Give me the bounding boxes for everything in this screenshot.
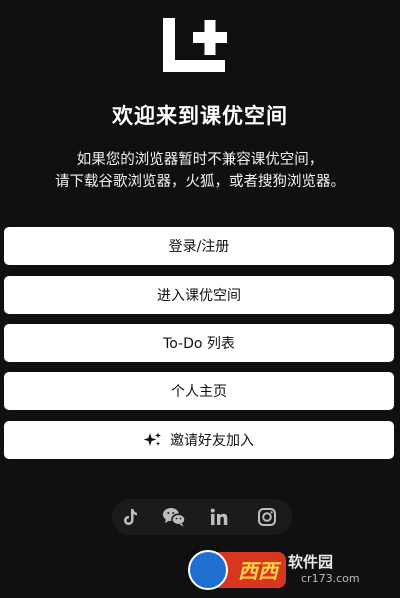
invite-friends-button[interactable]: 邀请好友加入 bbox=[4, 421, 394, 459]
personal-home-label: 个人主页 bbox=[171, 384, 227, 400]
sparkle-icon bbox=[144, 432, 161, 446]
invite-friends-label: 邀请好友加入 bbox=[170, 433, 254, 449]
login-register-button[interactable]: 登录/注册 bbox=[4, 227, 394, 265]
todo-list-button[interactable]: To-Do 列表 bbox=[4, 324, 394, 362]
linkedin-icon[interactable] bbox=[209, 507, 229, 527]
personal-home-button[interactable]: 个人主页 bbox=[4, 372, 394, 410]
app-logo bbox=[163, 18, 227, 72]
watermark-mark: 西西 bbox=[238, 559, 278, 583]
welcome-title: 欢迎来到课优空间 bbox=[112, 104, 288, 128]
instagram-icon[interactable] bbox=[257, 507, 277, 527]
tiktok-icon[interactable] bbox=[120, 507, 140, 527]
login-register-label: 登录/注册 bbox=[168, 239, 230, 255]
site-watermark: 西西 软件园 cr173.com bbox=[188, 548, 388, 592]
watermark-brand: 软件园 bbox=[288, 553, 334, 571]
wechat-icon[interactable] bbox=[162, 506, 186, 528]
enter-space-button[interactable]: 进入课优空间 bbox=[4, 276, 394, 314]
enter-space-label: 进入课优空间 bbox=[157, 288, 241, 304]
browser-notice-line2: 请下载谷歌浏览器，火狐，或者搜狗浏览器。 bbox=[55, 174, 345, 190]
todo-list-label: To-Do 列表 bbox=[163, 336, 235, 352]
social-links-bar bbox=[112, 499, 292, 535]
watermark-logo-icon bbox=[188, 550, 228, 590]
browser-notice-line1: 如果您的浏览器暂时不兼容课优空间， bbox=[76, 152, 324, 168]
watermark-domain: cr173.com bbox=[301, 572, 360, 585]
